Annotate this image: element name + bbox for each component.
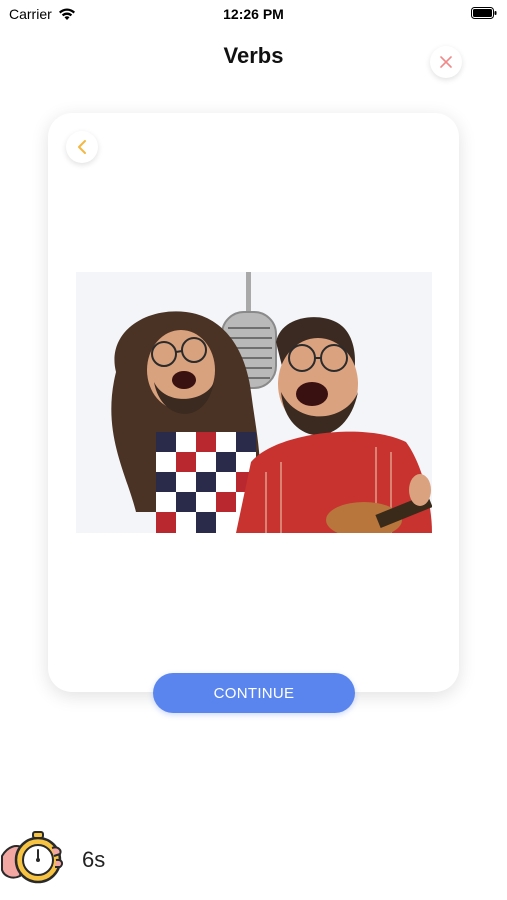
chevron-left-icon bbox=[78, 140, 86, 154]
timer-value: 6s bbox=[82, 847, 106, 872]
continue-button[interactable]: CONTINUE bbox=[153, 673, 355, 713]
card-photo bbox=[76, 272, 432, 533]
close-icon bbox=[440, 56, 452, 68]
flashcard bbox=[48, 113, 459, 692]
back-button[interactable] bbox=[66, 131, 98, 163]
status-time: 12:26 PM bbox=[223, 6, 284, 22]
close-button[interactable] bbox=[430, 46, 462, 78]
screen: Carrier 12:26 PM Verbs CONTINUE 6s bbox=[0, 0, 507, 900]
stopwatch-icon bbox=[1, 831, 64, 884]
battery-icon bbox=[471, 7, 497, 19]
status-bar: Carrier 12:26 PM bbox=[0, 0, 507, 28]
